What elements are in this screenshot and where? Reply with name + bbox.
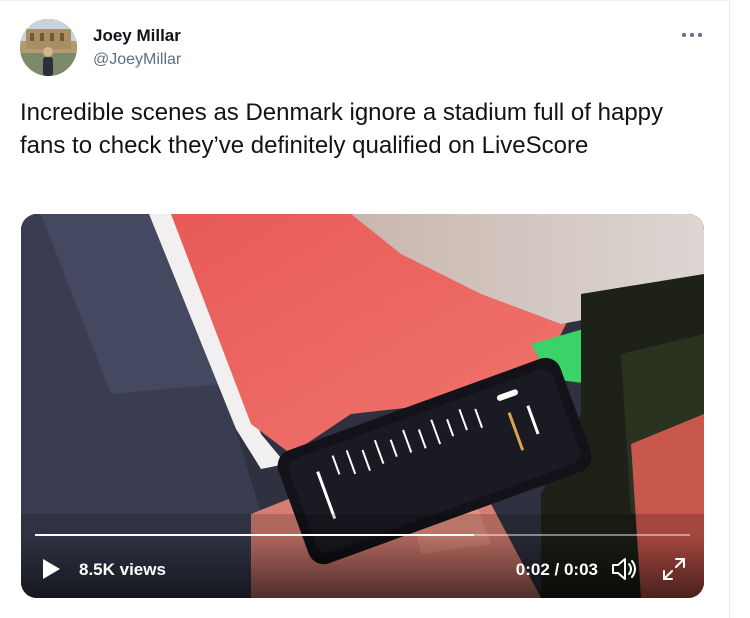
video-time: 0:02 / 0:03 — [515, 560, 598, 579]
avatar-image — [20, 19, 77, 76]
more-options-button[interactable] — [678, 23, 706, 43]
more-horizontal-icon — [682, 33, 702, 37]
volume-icon — [612, 558, 636, 580]
tweet-card: Joey Millar @JoeyMillar Incredible scene… — [0, 0, 730, 618]
volume-button[interactable] — [610, 556, 638, 582]
avatar[interactable] — [20, 19, 77, 76]
progress-bar[interactable] — [35, 534, 690, 536]
video-player[interactable]: 8.5K views 0:02 / 0:03 — [21, 214, 704, 598]
progress-bar-fill — [35, 534, 474, 536]
fullscreen-icon — [663, 558, 685, 580]
tweet-text: Incredible scenes as Denmark ignore a st… — [20, 99, 664, 159]
author-name[interactable]: Joey Millar — [93, 26, 181, 46]
fullscreen-button[interactable] — [661, 556, 687, 582]
play-icon — [43, 559, 60, 579]
author-handle[interactable]: @JoeyMillar — [93, 51, 181, 69]
play-button[interactable] — [39, 557, 63, 581]
view-count: 8.5K views — [79, 560, 166, 579]
